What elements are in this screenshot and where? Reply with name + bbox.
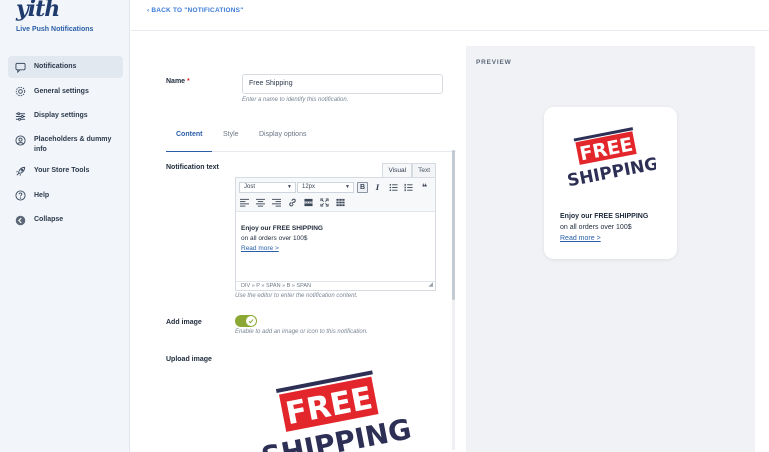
numbered-list-icon xyxy=(404,183,413,192)
rocket-icon xyxy=(14,165,26,177)
sidebar-nav: Notifications General settings Display s… xyxy=(8,56,123,234)
align-right-icon xyxy=(272,198,281,207)
bullet-list-icon xyxy=(389,183,398,192)
preview-image-free-shipping: FREE SHIPPING xyxy=(564,122,660,194)
name-hint: Enter a name to identify this notificati… xyxy=(242,97,349,103)
preview-title: PREVIEW xyxy=(476,59,512,66)
sidebar-item-placeholders[interactable]: Placeholders & dummy info xyxy=(8,130,123,158)
required-mark: * xyxy=(187,78,190,85)
chat-bubble-icon xyxy=(14,61,26,73)
resize-handle-icon[interactable]: ◢ xyxy=(428,281,433,289)
sidebar-item-label: Display settings xyxy=(34,112,88,119)
plugin-name: Live Push Notifications xyxy=(16,26,94,33)
sidebar-item-label: Your Store Tools xyxy=(34,167,90,174)
sliders-icon xyxy=(14,110,26,122)
sidebar-item-label: Collapse xyxy=(34,216,64,223)
preview-text-bold: Enjoy our FREE SHIPPING xyxy=(560,213,649,220)
name-label-text: Name xyxy=(166,78,186,85)
check-icon xyxy=(248,319,254,324)
align-left-icon xyxy=(240,198,249,207)
sidebar-item-label: Help xyxy=(34,191,50,199)
preview-panel: PREVIEW FREE SHIPPING Enjoy our FREE SHI… xyxy=(466,46,755,452)
align-left-button[interactable] xyxy=(239,197,250,208)
scrollbar-thumb[interactable] xyxy=(452,150,455,300)
preview-text-line: on all orders over 100$ xyxy=(560,224,632,231)
notification-preview-card: FREE SHIPPING Enjoy our FREE SHIPPING on… xyxy=(544,107,677,259)
kitchen-sink-icon xyxy=(336,198,345,207)
link-icon xyxy=(289,198,296,207)
tab-content[interactable]: Content xyxy=(166,130,213,152)
bold-button[interactable]: B xyxy=(357,182,368,193)
notification-text-label: Notification text xyxy=(166,164,219,171)
font-size-value: 12px xyxy=(302,184,316,190)
add-image-label: Add image xyxy=(166,319,202,326)
gear-icon xyxy=(14,86,26,98)
sidebar-item-collapse[interactable]: Collapse xyxy=(8,209,123,231)
insert-link-button[interactable] xyxy=(287,197,298,208)
dropdown-caret-icon: ▼ xyxy=(345,184,350,190)
editor-status-bar: DIV » P » SPAN » B » SPAN ◢ xyxy=(236,281,435,290)
question-circle-icon xyxy=(14,190,26,202)
toggle-knob xyxy=(246,316,256,326)
back-to-notifications-link[interactable]: ‹ BACK TO "NOTIFICATIONS" xyxy=(147,7,244,14)
name-label: Name * xyxy=(166,77,190,87)
editor-content-line: on all orders over 100$ xyxy=(241,235,308,242)
read-more-icon xyxy=(304,198,313,207)
name-input[interactable]: Free Shipping xyxy=(242,74,443,94)
tab-display-options[interactable]: Display options xyxy=(249,130,316,152)
align-right-button[interactable] xyxy=(271,197,282,208)
sidebar-item-notifications[interactable]: Notifications xyxy=(8,56,123,78)
italic-button[interactable]: I xyxy=(372,182,383,193)
font-size-select[interactable]: 12px ▼ xyxy=(297,182,354,193)
sidebar-item-label: Notifications xyxy=(34,63,77,70)
sidebar: yith Live Push Notifications Notificatio… xyxy=(0,0,130,452)
align-center-button[interactable] xyxy=(255,197,266,208)
editor-content[interactable]: Enjoy our FREE SHIPPING on all orders ov… xyxy=(241,224,323,254)
toolbar-toggle-button[interactable] xyxy=(335,197,346,208)
sidebar-item-general-settings[interactable]: General settings xyxy=(8,81,123,103)
sidebar-item-store-tools[interactable]: Your Store Tools xyxy=(8,160,123,182)
notification-form: Name * Free Shipping Enter a name to ide… xyxy=(131,32,465,452)
collapse-arrow-icon xyxy=(14,214,26,226)
upload-image-label: Upload image xyxy=(166,356,212,363)
add-image-toggle[interactable] xyxy=(235,315,257,327)
fullscreen-icon xyxy=(320,198,329,207)
yith-logo[interactable]: yith xyxy=(16,0,60,22)
form-tabs: Content Style Display options xyxy=(166,130,456,152)
sidebar-item-display-settings[interactable]: Display settings xyxy=(8,105,123,127)
rich-text-editor: Visual Text Jost ▼ 12px ▼ B I ❝ Enjoy ou… xyxy=(235,163,436,291)
preview-notification-text: Enjoy our FREE SHIPPING on all orders ov… xyxy=(560,211,648,244)
sidebar-item-label: General settings xyxy=(34,87,89,95)
add-image-hint: Enable to add an image or icon to this n… xyxy=(235,329,368,335)
blockquote-button[interactable]: ❝ xyxy=(419,182,430,193)
editor-hint: Use the editor to enter the notification… xyxy=(235,293,358,299)
dropdown-caret-icon: ▼ xyxy=(287,184,292,190)
person-circle-icon xyxy=(14,135,26,147)
editor-content-link[interactable]: Read more > xyxy=(241,244,323,254)
preview-read-more-link[interactable]: Read more > xyxy=(560,233,648,244)
uploaded-image-free-shipping[interactable]: FREE SHIPPING xyxy=(256,360,416,452)
editor-toolbar: Jost ▼ 12px ▼ B I ❝ xyxy=(236,178,435,212)
editor-mode-tabs: Visual Text xyxy=(382,163,436,177)
read-more-button[interactable] xyxy=(303,197,314,208)
text-mode-tab[interactable]: Text xyxy=(412,163,436,177)
editor-content-bold-line: Enjoy our FREE SHIPPING xyxy=(241,225,323,232)
sidebar-item-label: Placeholders & dummy info xyxy=(34,135,112,153)
font-family-value: Jost xyxy=(244,184,256,190)
bullet-list-button[interactable] xyxy=(388,182,399,193)
tab-style[interactable]: Style xyxy=(213,130,249,152)
numbered-list-button[interactable] xyxy=(403,182,414,193)
font-family-select[interactable]: Jost ▼ xyxy=(239,182,296,193)
sidebar-item-help[interactable]: Help xyxy=(8,185,123,207)
top-bar: ‹ BACK TO "NOTIFICATIONS" xyxy=(131,0,769,31)
visual-mode-tab[interactable]: Visual xyxy=(382,163,413,177)
align-center-icon xyxy=(256,198,265,207)
form-scrollbar[interactable] xyxy=(452,150,455,450)
fullscreen-button[interactable] xyxy=(319,197,330,208)
element-path[interactable]: DIV » P » SPAN » B » SPAN xyxy=(241,283,311,289)
